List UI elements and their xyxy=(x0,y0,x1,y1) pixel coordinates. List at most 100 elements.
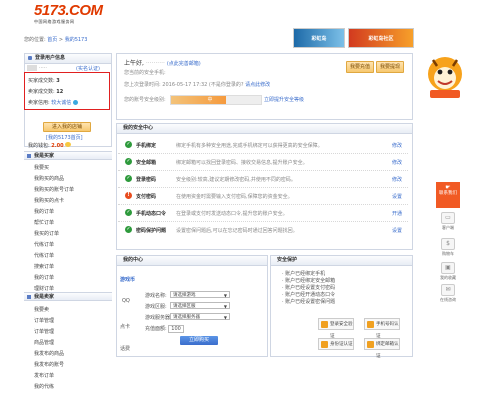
complete-email-link[interactable]: (点此完善邮箱) xyxy=(167,61,201,67)
buyer-menu-item[interactable]: 我的订单 xyxy=(34,274,54,281)
contact-us-badge[interactable]: ☛ 联系我们 xyxy=(436,182,460,208)
buyer-menu-item[interactable]: 帮忙订单 xyxy=(34,219,54,226)
credit-badge-icon xyxy=(72,100,78,105)
security-row-login-password: ✓ 登录密码 安全级别:较高,建议定期修改密码,并使用不同的密码。 修改 xyxy=(118,170,408,188)
credit-value[interactable]: 较大诚信 xyxy=(51,100,71,106)
seller-menu-item[interactable]: 我的代练 xyxy=(34,383,54,390)
seller-menu-item[interactable]: 我发布的商品 xyxy=(34,350,64,357)
security-row-action[interactable]: 修改 xyxy=(392,176,402,183)
amount-input[interactable]: 100 xyxy=(168,325,184,333)
verified-tag[interactable]: (实名认证) xyxy=(76,65,100,72)
chat-icon: ✉ xyxy=(441,284,455,296)
buyer-menu-item[interactable]: 我的订单 xyxy=(34,208,54,215)
amount-label: 充值面额: xyxy=(145,326,167,332)
seller-menu-item[interactable]: 我发布的账号 xyxy=(34,361,64,368)
server-select[interactable]: 请选择服务器 ▼ xyxy=(170,313,230,320)
seller-icon xyxy=(27,295,31,299)
id-verify-button[interactable]: 身份证认证 xyxy=(318,338,354,350)
buyer-menu-header[interactable]: 我是买家 xyxy=(24,151,112,160)
rail-client[interactable]: ▭ 客户端 xyxy=(436,212,460,231)
security-row-action[interactable]: 设置 xyxy=(392,227,402,234)
buyer-menu-item[interactable]: 我要买 xyxy=(34,164,49,171)
check-icon: ✓ xyxy=(125,175,132,182)
game-select-value: 请选择游戏 xyxy=(173,293,196,298)
upgrade-security-link[interactable]: 立即提升安全等级 xyxy=(264,96,304,103)
buy-count-value: 3 xyxy=(56,78,60,84)
balance-row: 我的钱包: 2.00 xyxy=(28,142,72,149)
security-row-pay-password: ! 支付密码 在使用资金时需要输入支付密码,保障您的资金安全。 设置 xyxy=(118,187,408,205)
account-panel-title: 登录用户信息 xyxy=(35,55,66,61)
promo-banner-right-text: 彩虹岛社区 xyxy=(368,35,394,42)
amount-row: 充值面额: 100 xyxy=(145,325,184,333)
seller-menu-header[interactable]: 我是卖家 xyxy=(24,292,112,301)
seller-menu-item[interactable]: 发布订单 xyxy=(34,372,54,379)
rail-favorites[interactable]: ▣ 我的收藏 xyxy=(436,262,460,281)
seller-menu-item[interactable]: 订单管理 xyxy=(34,317,54,324)
logo-tagline: 中国网络游戏服务网 xyxy=(34,19,75,24)
credit-label: 卖家信用: xyxy=(28,100,50,106)
other-label: 话费 xyxy=(120,346,131,352)
buyer-menu-item[interactable]: 搜索订单 xyxy=(34,263,54,270)
buyer-menu-item[interactable]: 理财订单 xyxy=(34,285,54,292)
seller-menu-item[interactable]: 商品管理 xyxy=(34,339,54,346)
area-select-value: 请选择区服 xyxy=(173,304,196,309)
security-rank-label: 您的账号安全级别: xyxy=(124,97,166,103)
sell-count-row: 卖家成交数: 12 xyxy=(28,88,63,95)
breadcrumb-current[interactable]: 我的5173 xyxy=(65,37,88,43)
my-home-link[interactable]: [我的5173首页] xyxy=(46,134,83,141)
enter-shop-button[interactable]: 进入我的店铺 xyxy=(43,122,91,132)
security-row-title: 支付密码 xyxy=(136,194,157,200)
buy-now-button[interactable]: 立即购买 xyxy=(180,336,218,345)
security-row-desc: 绑定手机有多种安全用途,完成手机绑定可以获得更高的安全保障。 xyxy=(176,143,323,149)
buy-count-row: 买家成交数: 3 xyxy=(28,77,60,84)
login-verify-button[interactable]: 登录安全验证 xyxy=(318,318,354,339)
security-row-otp: ✓ 手机动态口令 在登录或支付时发送动态口令,提升您的账户安全。 开通 xyxy=(118,204,408,222)
last-login-text: 您上次登录时间: 2016-05-17 17:32 (不是你登录的? xyxy=(124,82,244,88)
security-row-desc: 设置密保问题后,可以在忘记密码时通过回答问题找回。 xyxy=(176,228,298,234)
promo-banner-left[interactable]: 彩虹岛 xyxy=(293,28,345,48)
security-row-action[interactable]: 设置 xyxy=(392,193,402,200)
security-rank-state: 中 xyxy=(207,97,213,103)
username-masked: ····· xyxy=(39,65,47,71)
seller-menu-item[interactable]: 订单管理 xyxy=(34,328,54,335)
rail-chat[interactable]: ✉ 在线咨询 xyxy=(436,284,460,303)
recharge-button[interactable]: 我要充值 xyxy=(346,61,374,73)
security-row-desc: 在使用资金时需要输入支付密码,保障您的资金安全。 xyxy=(176,194,293,200)
phone-verify-button[interactable]: 手机号码认证 xyxy=(364,318,400,339)
security-rank-fill xyxy=(171,96,226,104)
security-center-title: 我的安全中心 xyxy=(117,124,412,134)
security-row-action[interactable]: 修改 xyxy=(392,142,402,149)
security-row-desc: 在登录或支付时发送动态口令,提升您的账户安全。 xyxy=(176,211,288,217)
seller-menu-title: 我是卖家 xyxy=(34,294,55,300)
check-icon: ✓ xyxy=(125,158,132,165)
monitor-icon: ▭ xyxy=(441,212,455,224)
seller-menu-item[interactable]: 我要卖 xyxy=(34,306,49,313)
buyer-menu-item[interactable]: 我购买的商品 xyxy=(34,175,64,182)
buyer-menu-item[interactable]: 代练订单 xyxy=(34,241,54,248)
security-row-desc: 绑定邮箱可以找回登录密码、接收交易信息,提升账户安全。 xyxy=(176,160,308,166)
tab-game-currency[interactable]: 游戏币 xyxy=(120,276,135,283)
greeting-text: 上午好, xyxy=(124,60,144,67)
security-check-item: · 账户已经绑定手机 xyxy=(282,271,326,277)
buyer-menu-item[interactable]: 我购买的点卡 xyxy=(34,197,64,204)
site-logo[interactable]: 5173.COM 中国网络游戏服务网 xyxy=(34,3,114,25)
security-row-action[interactable]: 开通 xyxy=(392,210,402,217)
email-verify-button[interactable]: 绑定邮箱认证 xyxy=(364,338,400,359)
avatar xyxy=(27,65,37,71)
promo-banner-right[interactable]: 彩虹岛社区 xyxy=(348,28,414,48)
rail-cart[interactable]: $ 购物车 xyxy=(436,238,460,257)
greeting-row: 上午好, ·········· (点此完善邮箱) xyxy=(124,58,201,67)
buyer-menu-item[interactable]: 代练订单 xyxy=(34,252,54,259)
withdraw-button[interactable]: 我要提现 xyxy=(376,61,404,73)
credit-row: 卖家信用: 较大诚信 xyxy=(28,99,78,106)
game-select[interactable]: 请选择游戏 ▼ xyxy=(170,291,230,298)
buyer-menu-item[interactable]: 我购买的账号订单 xyxy=(34,186,74,193)
mascot-tiger xyxy=(424,52,466,100)
buyer-menu-item[interactable]: 我买的订单 xyxy=(34,230,59,237)
security-check-item: · 账户已经设置密保问题 xyxy=(282,299,336,305)
breadcrumb-home-link[interactable]: 首页 xyxy=(47,37,57,43)
security-row-action[interactable]: 修改 xyxy=(392,159,402,166)
phone-icon xyxy=(367,321,374,328)
change-password-link[interactable]: 请点此修改 xyxy=(245,82,270,88)
area-select[interactable]: 请选择区服 ▼ xyxy=(170,302,230,309)
